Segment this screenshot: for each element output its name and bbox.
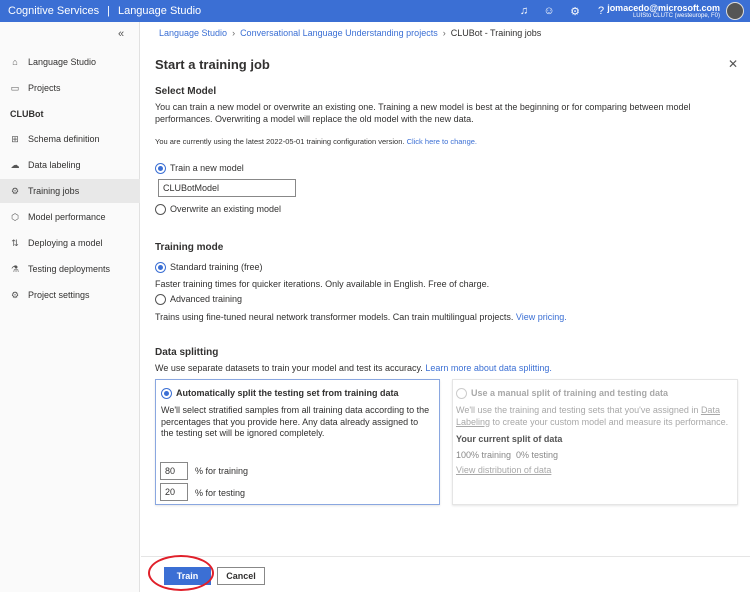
projects-icon: ▭ xyxy=(10,82,20,93)
avatar[interactable] xyxy=(726,2,744,20)
select-model-desc: You can train a new model or overwrite a… xyxy=(155,102,691,124)
footer-divider xyxy=(141,556,750,557)
current-split-values: 100% training 0% testing xyxy=(456,450,559,460)
learn-more-link[interactable]: Learn more about data splitting. xyxy=(425,363,552,373)
brand[interactable]: Cognitive Services | Language Studio xyxy=(8,5,201,17)
change-config-link[interactable]: Click here to change. xyxy=(407,137,477,146)
help-icon[interactable]: ? xyxy=(595,5,607,17)
radio-label: Use a manual split of training and testi… xyxy=(471,388,669,398)
sidebar-item-label: Training jobs xyxy=(28,186,80,196)
data-splitting-desc: We use separate datasets to train your m… xyxy=(155,363,552,373)
overwrite-model-radio[interactable]: Overwrite an existing model xyxy=(155,204,282,216)
sidebar-item-label: Schema definition xyxy=(28,134,100,144)
auto-split-desc: We'll select stratified samples from all… xyxy=(161,405,430,438)
performance-icon: ⬡ xyxy=(11,211,19,222)
sidebar-item-testing-deployments[interactable]: ⚗ Testing deployments xyxy=(0,257,140,281)
sidebar-item-data-labeling[interactable]: ☁ Data labeling xyxy=(0,153,140,177)
breadcrumb-language-studio[interactable]: Language Studio xyxy=(159,28,227,38)
sidebar-item-label: Data labeling xyxy=(28,160,81,170)
sidebar-item-label: Projects xyxy=(28,83,61,93)
training-icon: ⚙ xyxy=(10,185,20,196)
standard-training-desc: Faster training times for quicker iterat… xyxy=(155,279,490,289)
manual-split-radio: Use a manual split of training and testi… xyxy=(456,388,669,400)
standard-training-radio[interactable]: Standard training (free) xyxy=(155,262,263,274)
training-percent-input[interactable]: 80 xyxy=(160,462,188,480)
manual-desc-text: We'll use the training and testing sets … xyxy=(456,405,699,415)
radio-label: Overwrite an existing model xyxy=(170,204,282,214)
sidebar-item-deploying-a-model[interactable]: ⇅ Deploying a model xyxy=(0,231,140,255)
data-splitting-heading: Data splitting xyxy=(155,347,219,358)
auto-split-radio[interactable]: Automatically split the testing set from… xyxy=(161,388,399,400)
sidebar-item-training-jobs[interactable]: ⚙ Training jobs xyxy=(0,179,140,203)
advanced-training-radio[interactable]: Advanced training xyxy=(155,294,243,306)
radio-label: Advanced training xyxy=(170,294,243,304)
radio-selected[interactable] xyxy=(155,262,166,274)
training-percent-label: % for training xyxy=(195,466,249,476)
config-note: You are currently using the latest 2022-… xyxy=(155,137,477,146)
config-note-text: You are currently using the latest 2022-… xyxy=(155,137,405,146)
flask-icon: ⚗ xyxy=(10,263,20,274)
user-email: jomacedo@microsoft.com xyxy=(607,3,720,13)
cancel-button[interactable]: Cancel xyxy=(217,567,265,585)
breadcrumb: Language Studio › Conversational Language … xyxy=(159,28,542,38)
service-name: Cognitive Services xyxy=(8,5,100,17)
close-icon[interactable]: ✕ xyxy=(728,57,738,71)
main-panel: Language Studio › Conversational Language … xyxy=(141,22,750,592)
breadcrumb-clu-projects[interactable]: Conversational Language Understanding pr… xyxy=(240,28,438,38)
schema-icon: ⊞ xyxy=(11,133,19,144)
radio-unselected[interactable] xyxy=(155,294,166,306)
training-mode-heading: Training mode xyxy=(155,242,224,253)
testing-percent-input[interactable]: 20 xyxy=(160,483,188,501)
train-new-model-radio[interactable]: Train a new model xyxy=(155,163,244,175)
home-icon: ⌂ xyxy=(12,57,18,67)
account-info[interactable]: jomacedo@microsoft.com LUISto CLUTC (west… xyxy=(607,3,720,19)
product-name: Language Studio xyxy=(117,5,202,17)
radio-selected[interactable] xyxy=(161,388,172,400)
advanced-training-desc: Trains using fine-tuned neural network t… xyxy=(155,312,567,322)
gear-icon[interactable]: ⚙ xyxy=(569,5,581,18)
labeling-icon: ☁ xyxy=(10,159,20,170)
sidebar-item-label: Language Studio xyxy=(28,57,97,67)
sidebar-item-label: Deploying a model xyxy=(28,238,103,248)
sidebar: « ⌂ Language Studio ▭ Projects CLUBot ⊞ Sch… xyxy=(0,22,140,592)
radio-unselected[interactable] xyxy=(155,204,166,216)
bell-icon[interactable]: ♫ xyxy=(518,5,530,17)
testing-percent-label: % for testing xyxy=(195,488,246,498)
breadcrumb-current: CLUBot - Training jobs xyxy=(450,28,542,38)
sidebar-item-language-studio[interactable]: ⌂ Language Studio xyxy=(0,50,140,74)
sidebar-item-label: Project settings xyxy=(28,290,90,300)
select-model-heading: Select Model xyxy=(155,86,217,97)
view-distribution-link: View distribution of data xyxy=(456,465,552,475)
project-name: CLUBot xyxy=(10,109,44,119)
radio-disabled xyxy=(456,388,467,400)
current-split-heading: Your current split of data xyxy=(456,434,563,444)
sidebar-item-projects[interactable]: ▭ Projects xyxy=(0,76,140,100)
annotation-circle xyxy=(148,555,214,591)
data-splitting-desc-text: We use separate datasets to train your m… xyxy=(155,363,423,373)
advanced-desc-text: Trains using fine-tuned neural network t… xyxy=(155,312,514,322)
model-name-input[interactable]: CLUBotModel xyxy=(158,179,296,197)
sidebar-item-schema-definition[interactable]: ⊞ Schema definition xyxy=(0,127,140,151)
sidebar-item-label: Testing deployments xyxy=(28,264,111,274)
page-title: Start a training job xyxy=(155,57,270,72)
feedback-smiley-icon[interactable]: ☺ xyxy=(543,5,555,17)
manual-split-desc: We'll use the training and testing sets … xyxy=(456,405,731,428)
resource-name: LUISto CLUTC (westeurope, F0) xyxy=(632,13,720,19)
manual-split-card: Use a manual split of training and testi… xyxy=(452,379,738,505)
radio-label: Automatically split the testing set from… xyxy=(176,388,399,398)
deploy-icon: ⇅ xyxy=(11,237,19,248)
sidebar-item-model-performance[interactable]: ⬡ Model performance xyxy=(0,205,140,229)
manual-desc-text-2: to create your custom model and measure … xyxy=(492,416,729,427)
radio-label: Standard training (free) xyxy=(170,262,263,272)
view-pricing-link[interactable]: View pricing. xyxy=(516,312,567,322)
radio-label: Train a new model xyxy=(170,163,244,173)
sidebar-item-label: Model performance xyxy=(28,212,106,222)
auto-split-card[interactable]: Automatically split the testing set from… xyxy=(155,379,440,505)
sidebar-item-project-settings[interactable]: ⚙ Project settings xyxy=(0,283,140,307)
radio-selected[interactable] xyxy=(155,163,166,175)
top-bar: Cognitive Services | Language Studio ♫ ☺ ⚙… xyxy=(0,0,750,22)
collapse-icon[interactable]: « xyxy=(118,28,124,40)
settings-icon: ⚙ xyxy=(10,289,20,300)
